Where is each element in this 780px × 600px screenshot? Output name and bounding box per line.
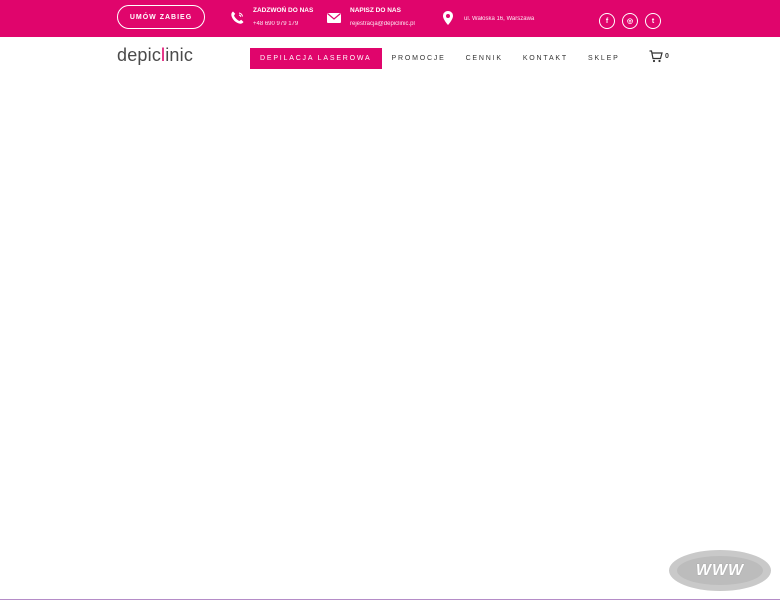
main-nav: DEPILACJA LASEROWA PROMOCJE CENNIK KONTA… xyxy=(250,48,640,69)
email-contact[interactable]: NAPISZ DO NAS rejestracja@depiclinic.pl xyxy=(326,6,415,29)
logo-suffix: inic xyxy=(165,45,194,65)
envelope-icon xyxy=(327,13,341,23)
phone-number[interactable]: +48 690 979 179 xyxy=(253,19,313,29)
address-contact: ul. Wałoska 16, Warszawa xyxy=(440,6,534,26)
cart-count: 0 xyxy=(665,53,669,60)
www-badge-label: WWW xyxy=(677,556,763,585)
www-badge[interactable]: WWW xyxy=(669,550,771,591)
phone-contact[interactable]: ZADZWOŃ DO NAS +48 690 979 179 xyxy=(229,6,313,29)
phone-title: ZADZWOŃ DO NAS xyxy=(253,7,314,14)
nav-item-cennik[interactable]: CENNIK xyxy=(466,55,503,62)
twitter-icon[interactable]: t xyxy=(645,13,661,29)
nav-item-depilacja-laserowa[interactable]: DEPILACJA LASEROWA xyxy=(250,48,382,69)
phone-icon xyxy=(231,11,244,24)
map-pin-icon xyxy=(443,11,453,25)
nav-item-sklep[interactable]: SKLEP xyxy=(588,55,620,62)
cart-icon xyxy=(649,50,663,63)
address-text: ul. Wałoska 16, Warszawa xyxy=(464,16,535,22)
facebook-icon[interactable]: f xyxy=(599,13,615,29)
email-address[interactable]: rejestracja@depiclinic.pl xyxy=(350,19,415,29)
logo[interactable]: depiclinic xyxy=(117,45,193,73)
cart-button[interactable]: 0 xyxy=(649,50,669,63)
book-appointment-button[interactable]: UMÓW ZABIEG xyxy=(117,5,205,29)
nav-item-promocje[interactable]: PROMOCJE xyxy=(392,55,446,62)
page: UMÓW ZABIEG ZADZWOŃ DO NAS +48 690 979 1… xyxy=(0,0,780,600)
email-title: NAPISZ DO NAS xyxy=(350,7,401,14)
instagram-icon[interactable]: ◎ xyxy=(622,13,638,29)
top-bar: UMÓW ZABIEG ZADZWOŃ DO NAS +48 690 979 1… xyxy=(0,0,780,37)
logo-prefix: depic xyxy=(117,45,162,65)
nav-item-kontakt[interactable]: KONTAKT xyxy=(523,55,568,62)
